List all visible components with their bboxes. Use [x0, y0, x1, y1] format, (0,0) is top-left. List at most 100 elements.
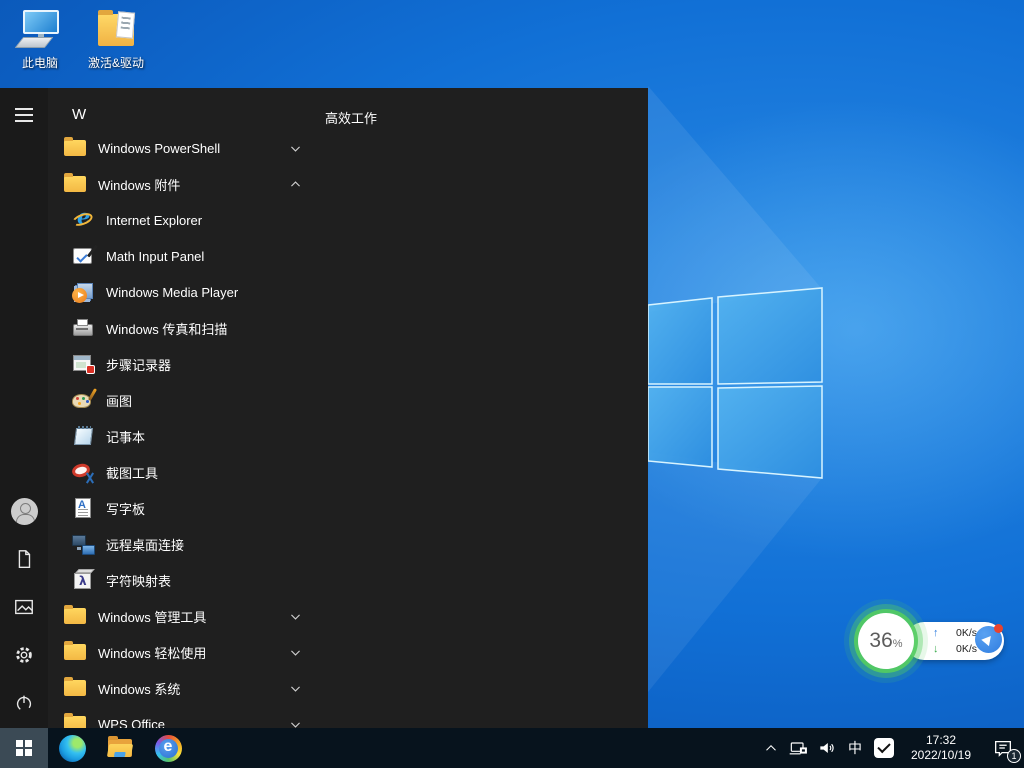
start-menu-item-label: 步骤记录器 [106, 355, 171, 374]
internet-explorer-icon [72, 208, 96, 232]
network-tray-button[interactable] [784, 728, 812, 768]
steps-recorder-icon [72, 352, 96, 376]
start-menu-list: W Windows PowerShell Windows 附件 Internet… [48, 88, 320, 728]
remote-desktop-icon [72, 532, 96, 556]
start-menu-item-label: Windows 轻松使用 [98, 643, 206, 662]
start-menu-item[interactable]: WPS Office [48, 706, 320, 728]
boost-button[interactable] [975, 626, 1002, 653]
clock-date: 2022/10/19 [911, 748, 971, 763]
action-center-button[interactable]: 1 [982, 728, 1024, 768]
start-menu-item[interactable]: 远程桌面连接 [48, 526, 320, 562]
security-tray-button[interactable] [868, 728, 900, 768]
start-menu-item-label: 记事本 [106, 427, 145, 446]
gear-icon [13, 644, 35, 666]
start-menu-item[interactable]: Windows 系统 [48, 670, 320, 706]
start-menu-item-label: Windows 管理工具 [98, 607, 206, 626]
start-menu-rail [0, 88, 48, 728]
system-tray: 中 17:32 2022/10/19 1 [758, 728, 1024, 768]
taskbar-file-explorer-button[interactable] [96, 728, 144, 768]
taskbar-browser-button[interactable] [144, 728, 192, 768]
chevron-down-icon [289, 718, 302, 729]
chevron-down-icon [289, 142, 302, 155]
hidden-icons-button[interactable] [758, 728, 784, 768]
desktop-icon-label: 此电脑 [22, 54, 58, 71]
start-menu-item-label: 画图 [106, 391, 132, 410]
start-menu-item[interactable]: 截图工具 [48, 454, 320, 490]
desktop-icon[interactable]: 此电脑 [2, 6, 78, 71]
start-menu-item[interactable]: 记事本 [48, 418, 320, 454]
media-player-icon [72, 280, 96, 304]
start-menu-item-label: Windows 传真和扫描 [106, 319, 227, 338]
start-menu-item-label: Windows Media Player [106, 285, 238, 300]
desktop-icons: 此电脑 激活&驱动 [2, 6, 154, 71]
this-pc-icon [17, 6, 63, 54]
start-button[interactable] [0, 728, 48, 768]
speaker-icon [817, 738, 837, 758]
start-menu-item[interactable]: Windows Media Player [48, 274, 320, 310]
notepad-icon [72, 424, 96, 448]
start-menu-item-label: WPS Office [98, 717, 165, 729]
expand-menu-button[interactable] [4, 95, 44, 135]
pictures-button[interactable] [4, 587, 44, 627]
security-check-icon [874, 738, 894, 758]
start-menu-item-label: 字符映射表 [106, 571, 171, 590]
alphabet-section-header[interactable]: W [48, 100, 320, 130]
folder-icon [64, 172, 88, 196]
windows-logo-icon [16, 740, 32, 756]
folder-icon [64, 712, 88, 728]
notification-dot [994, 624, 1003, 633]
folder-icon [64, 640, 88, 664]
folder-icon [64, 136, 88, 160]
start-menu-item-label: Windows 系统 [98, 679, 180, 698]
upload-speed: 0K/s [947, 627, 977, 639]
taskbar: 中 17:32 2022/10/19 1 [0, 728, 1024, 768]
start-menu-item[interactable]: 画图 [48, 382, 320, 418]
network-icon [788, 738, 808, 758]
settings-button[interactable] [4, 635, 44, 675]
upload-arrow-icon: ↑ [933, 627, 947, 639]
power-icon [13, 692, 35, 714]
edge-icon [59, 735, 86, 762]
browser-e-icon [155, 735, 182, 762]
document-icon [13, 548, 35, 570]
power-button[interactable] [4, 683, 44, 723]
clock-time: 17:32 [926, 733, 956, 748]
taskbar-clock[interactable]: 17:32 2022/10/19 [900, 733, 982, 763]
start-menu-item[interactable]: Internet Explorer [48, 202, 320, 238]
memory-usage-ball[interactable]: 36 % [858, 613, 914, 669]
start-menu-item[interactable]: 字符映射表 [48, 562, 320, 598]
start-menu-item[interactable]: 步骤记录器 [48, 346, 320, 382]
user-avatar-icon [11, 498, 38, 525]
desktop-icon[interactable]: 激活&驱动 [78, 6, 154, 71]
start-menu-item-label: 远程桌面连接 [106, 535, 184, 554]
taskbar-edge-button[interactable] [48, 728, 96, 768]
tile-group-header[interactable]: 高效工作 [325, 108, 377, 127]
screen: 此电脑 激活&驱动 36 % ↑ 0K/s ↓ 0K/s [0, 0, 1024, 768]
chevron-down-icon [289, 646, 302, 659]
start-menu-tiles: 高效工作 [320, 88, 648, 728]
ime-indicator[interactable]: 中 [842, 728, 868, 768]
folder-icon [64, 604, 88, 628]
start-menu-item[interactable]: Windows 附件 [48, 166, 320, 202]
user-account-button[interactable] [4, 491, 44, 531]
start-menu-item[interactable]: Windows PowerShell [48, 130, 320, 166]
volume-tray-button[interactable] [812, 728, 842, 768]
start-menu-app-list: Windows PowerShell Windows 附件 Internet E… [48, 130, 320, 728]
character-map-icon [72, 568, 96, 592]
start-menu-item-label: Internet Explorer [106, 213, 202, 228]
start-menu-item[interactable]: Windows 管理工具 [48, 598, 320, 634]
net-speed-widget: 36 % ↑ 0K/s ↓ 0K/s [856, 610, 1006, 674]
start-menu-item[interactable]: Math Input Panel [48, 238, 320, 274]
start-menu-item-label: 写字板 [106, 499, 145, 518]
start-menu-item[interactable]: Windows 传真和扫描 [48, 310, 320, 346]
start-menu-item[interactable]: Windows 轻松使用 [48, 634, 320, 670]
documents-button[interactable] [4, 539, 44, 579]
start-menu-item-label: Math Input Panel [106, 249, 204, 264]
memory-percent-sign: % [893, 638, 903, 650]
folder-icon [64, 676, 88, 700]
desktop-icon-label: 激活&驱动 [88, 54, 144, 71]
chevron-up-icon [289, 178, 302, 191]
snipping-tool-icon [72, 460, 96, 484]
start-menu-item[interactable]: 写字板 [48, 490, 320, 526]
start-menu-item-label: Windows 附件 [98, 175, 180, 194]
